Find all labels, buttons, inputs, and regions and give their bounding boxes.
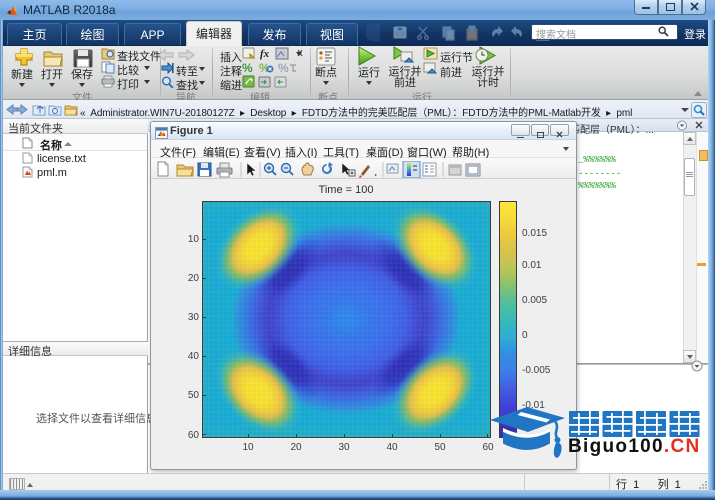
svg-text:%: % bbox=[242, 61, 253, 74]
svg-text:%: % bbox=[278, 61, 289, 74]
svg-text:fx: fx bbox=[260, 48, 270, 60]
